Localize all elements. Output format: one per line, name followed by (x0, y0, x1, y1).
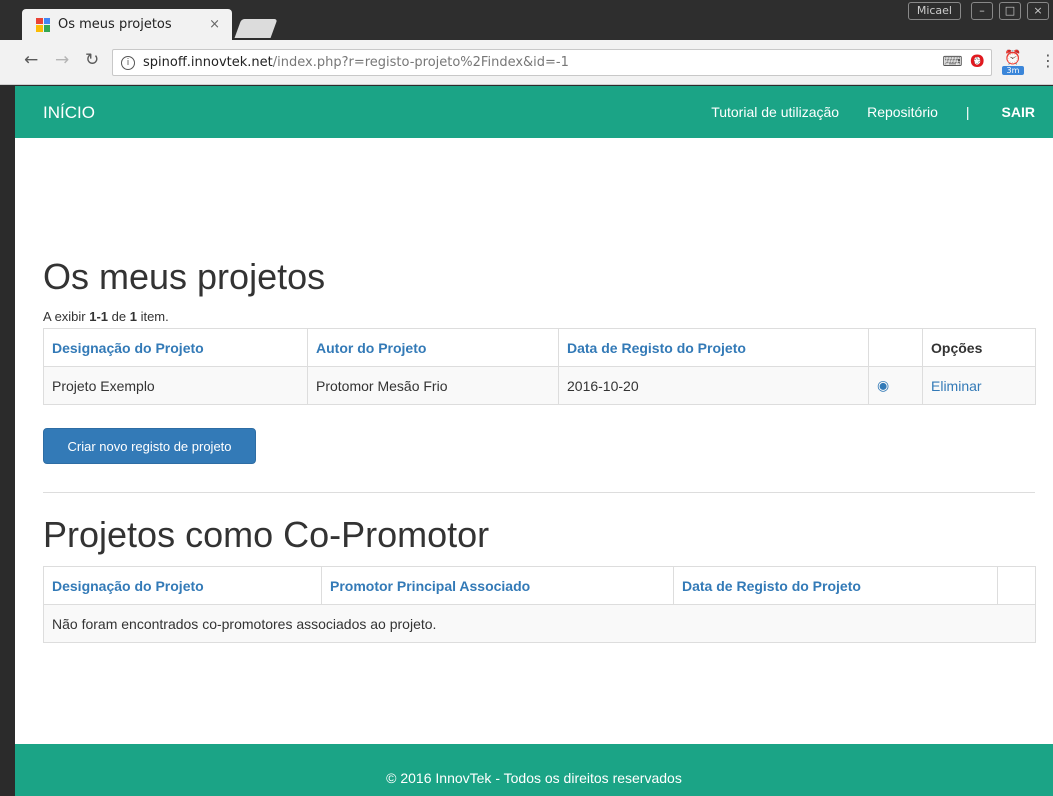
url-path: /index.php?r=registo-projeto%2Findex&id=… (272, 55, 569, 70)
minimize-icon[interactable]: – (971, 2, 993, 20)
browser-toolbar: ← → ↻ i spinoff.innovtek.net/index.php?r… (0, 40, 1053, 85)
maximize-icon[interactable]: □ (999, 2, 1021, 20)
reload-icon[interactable]: ↻ (85, 50, 99, 70)
col-data[interactable]: Data de Registo do Projeto (558, 328, 869, 367)
url-host: spinoff.innovtek.net (143, 55, 273, 70)
footer: © 2016 InnovTek - Todos os direitos rese… (15, 744, 1053, 796)
back-arrow-icon[interactable]: ← (24, 50, 38, 70)
nav-repositorio-link[interactable]: Repositório (867, 104, 938, 120)
browser-menu-icon[interactable]: ⋮ (1040, 51, 1053, 70)
browser-tab[interactable]: Os meus projetos × (22, 9, 232, 40)
tab-title: Os meus projetos (58, 17, 172, 32)
col-designacao[interactable]: Designação do Projeto (43, 328, 308, 367)
summary-prefix: A exibir (43, 309, 90, 324)
cell-view: ◉ (868, 366, 923, 405)
summary-suffix: item. (136, 309, 169, 324)
extension-badge: 3m (1002, 66, 1024, 75)
nav-tutorial-link[interactable]: Tutorial de utilização (711, 104, 839, 120)
table-row: Não foram encontrados co-promotores asso… (43, 604, 1036, 643)
summary-total: 1 (129, 309, 137, 324)
view-eye-icon[interactable]: ◉ (877, 377, 889, 393)
brand-home-link[interactable]: INÍCIO (43, 103, 95, 123)
delete-link[interactable]: Eliminar (922, 366, 1036, 405)
nav-links: Tutorial de utilização Repositório | SAI… (711, 104, 1053, 120)
col-view (868, 328, 923, 367)
empty-message: Não foram encontrados co-promotores asso… (43, 604, 1036, 643)
page: INÍCIO Tutorial de utilização Repositóri… (15, 86, 1053, 796)
new-tab-button[interactable] (234, 19, 278, 38)
translate-icon[interactable]: ⌨ (942, 54, 962, 70)
col-autor[interactable]: Autor do Projeto (307, 328, 559, 367)
nav-separator: | (965, 104, 970, 120)
cell-autor: Protomor Mesão Frio (307, 366, 559, 405)
cell-designacao: Projeto Exemplo (43, 366, 308, 405)
summary-mid: de (108, 309, 130, 324)
forward-arrow-icon[interactable]: → (55, 50, 69, 70)
create-project-button[interactable]: Criar novo registo de projeto (43, 428, 256, 464)
col-co-promotor[interactable]: Promotor Principal Associado (321, 566, 674, 605)
site-favicon-icon (36, 17, 50, 32)
page-title: Os meus projetos (43, 256, 326, 297)
browser-tabstrip: Os meus projetos × Micael – □ × (0, 0, 1053, 40)
section-divider (43, 492, 1035, 493)
co-promoter-title: Projetos como Co-Promotor (43, 514, 490, 555)
cell-data: 2016-10-20 (558, 366, 869, 405)
col-co-empty (997, 566, 1036, 605)
opera-extension-icon[interactable]: O (970, 52, 984, 72)
co-promoter-table: Designação do Projeto Promotor Principal… (43, 566, 1036, 643)
col-co-designacao[interactable]: Designação do Projeto (43, 566, 322, 605)
address-bar[interactable]: i spinoff.innovtek.net/index.php?r=regis… (112, 49, 992, 76)
results-summary: A exibir 1-1 de 1 item. (43, 309, 169, 324)
navbar: INÍCIO Tutorial de utilização Repositóri… (15, 86, 1053, 138)
table-row: Projeto Exemplo Protomor Mesão Frio 2016… (43, 366, 1036, 405)
col-opcoes: Opções (922, 328, 1036, 367)
site-info-icon[interactable]: i (121, 55, 135, 70)
close-window-icon[interactable]: × (1027, 2, 1049, 20)
tab-close-icon[interactable]: × (209, 17, 220, 32)
extension-button[interactable]: ⏰ 3m (1002, 50, 1024, 76)
col-co-data[interactable]: Data de Registo do Projeto (673, 566, 998, 605)
profile-button[interactable]: Micael (907, 2, 961, 20)
logout-link[interactable]: SAIR (1002, 104, 1035, 120)
projects-table: Designação do Projeto Autor do Projeto D… (43, 328, 1036, 405)
summary-range: 1-1 (89, 309, 109, 324)
alarm-icon: ⏰ (1004, 50, 1022, 66)
